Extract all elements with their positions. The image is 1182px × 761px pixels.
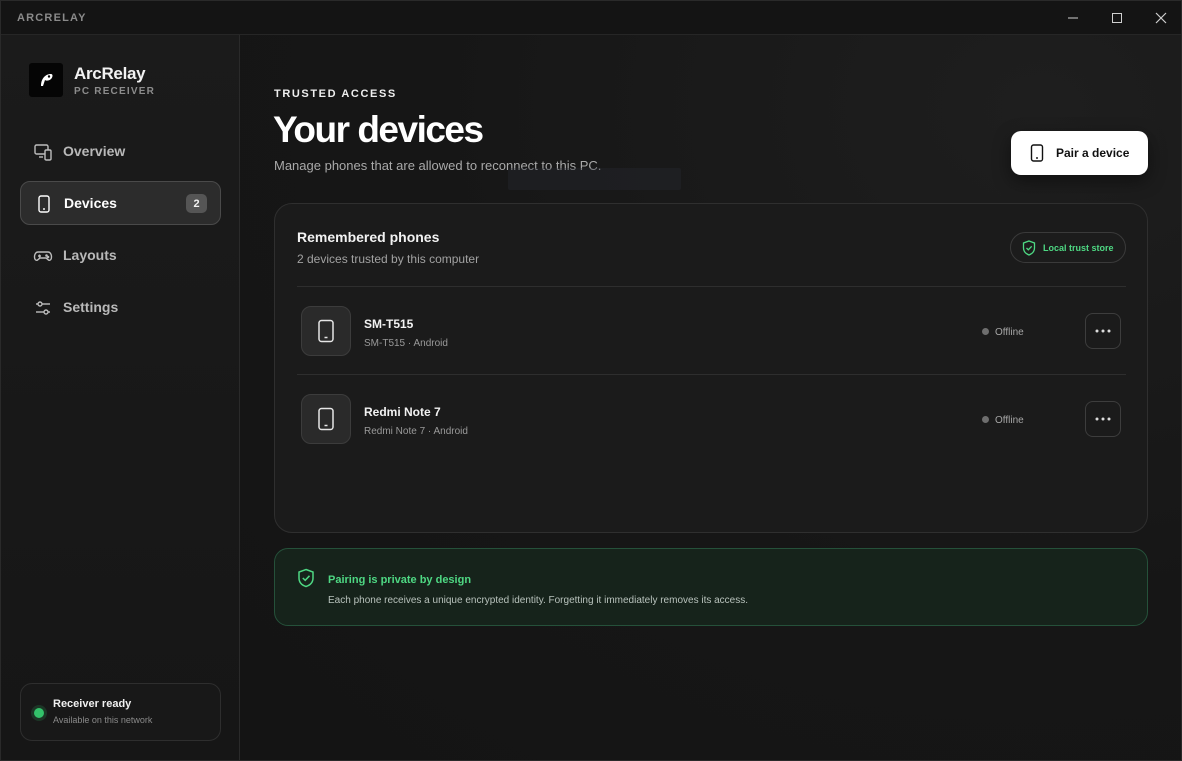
pair-device-label: Pair a device: [1056, 146, 1130, 160]
page-eyebrow: TRUSTED ACCESS: [274, 88, 397, 100]
device-tile: [301, 306, 351, 356]
sidebar: ArcRelay PC RECEIVER Overview Devices 2 …: [1, 35, 240, 760]
status-subtitle: Available on this network: [53, 715, 153, 725]
sidebar-item-label: Overview: [63, 143, 126, 159]
monitor-phone-icon: [33, 142, 53, 162]
window-title: ARCRELAY: [17, 12, 87, 24]
device-name: SM-T515: [364, 317, 414, 331]
device-status: Offline: [982, 327, 1024, 338]
device-tile: [301, 394, 351, 444]
sidebar-item-devices[interactable]: Devices 2: [20, 181, 221, 225]
brand-name: ArcRelay: [74, 64, 146, 83]
phone-icon: [318, 319, 334, 343]
maximize-button[interactable]: [1095, 1, 1139, 35]
sidebar-item-overview[interactable]: Overview: [20, 130, 221, 174]
phone-icon: [1030, 144, 1044, 167]
status-dot: [34, 708, 44, 718]
sidebar-item-label: Settings: [63, 299, 119, 315]
status-dot: [982, 328, 989, 335]
device-status: Offline: [982, 415, 1024, 426]
brand: ArcRelay PC RECEIVER: [29, 63, 229, 99]
device-more-button[interactable]: [1085, 313, 1121, 349]
device-status-label: Offline: [995, 327, 1024, 338]
sidebar-item-settings[interactable]: Settings: [20, 286, 221, 330]
device-status-label: Offline: [995, 415, 1024, 426]
close-icon: [1155, 12, 1167, 24]
arcrelay-logo-icon: [41, 74, 53, 86]
minimize-icon: [1068, 17, 1078, 19]
sidebar-item-label: Layouts: [63, 247, 117, 263]
list-item: Redmi Note 7 Redmi Note 7 · Android Offl…: [297, 375, 1126, 463]
app-window: ARCRELAY ArcRelay PC RECEIVER Overview D…: [0, 0, 1182, 761]
pair-device-button[interactable]: Pair a device: [1011, 131, 1148, 175]
status-dot: [982, 416, 989, 423]
receiver-status-card: Receiver ready Available on this network: [20, 683, 221, 741]
status-title: Receiver ready: [53, 698, 132, 710]
maximize-icon: [1112, 13, 1122, 23]
sliders-icon: [33, 298, 53, 318]
gamepad-icon: [33, 246, 53, 266]
tooltip-ghost: [508, 168, 681, 190]
phone-icon: [318, 407, 334, 431]
page-title: Your devices: [273, 109, 484, 150]
sidebar-item-layouts[interactable]: Layouts: [20, 234, 221, 278]
more-horizontal-icon: [1095, 417, 1111, 421]
close-button[interactable]: [1139, 1, 1181, 35]
main-content: TRUSTED ACCESS Your devices Manage phone…: [240, 35, 1181, 760]
device-meta: SM-T515 · Android: [364, 338, 448, 349]
privacy-notice-card: Pairing is private by design Each phone …: [274, 548, 1148, 626]
card-subtitle: 2 devices trusted by this computer: [297, 252, 480, 266]
privacy-body: Each phone receives a unique encrypted i…: [328, 595, 749, 606]
trust-store-pill: Local trust store: [1010, 232, 1126, 263]
privacy-title: Pairing is private by design: [328, 574, 472, 586]
sidebar-item-label: Devices: [64, 195, 117, 211]
more-horizontal-icon: [1095, 329, 1111, 333]
trust-pill-label: Local trust store: [1043, 243, 1114, 253]
shield-check-icon: [297, 568, 315, 593]
device-meta: Redmi Note 7 · Android: [364, 426, 468, 437]
brand-subtitle: PC RECEIVER: [74, 86, 155, 97]
card-title: Remembered phones: [297, 229, 440, 245]
device-name: Redmi Note 7: [364, 405, 441, 419]
list-item: SM-T515 SM-T515 · Android Offline: [297, 287, 1126, 375]
phone-icon: [34, 194, 54, 214]
titlebar: ARCRELAY: [1, 1, 1181, 35]
brand-logo: [29, 63, 63, 97]
shield-check-icon: [1022, 240, 1036, 261]
device-count-badge: 2: [186, 194, 207, 213]
remembered-phones-card: Remembered phones 2 devices trusted by t…: [274, 203, 1148, 533]
device-more-button[interactable]: [1085, 401, 1121, 437]
minimize-button[interactable]: [1051, 1, 1095, 35]
